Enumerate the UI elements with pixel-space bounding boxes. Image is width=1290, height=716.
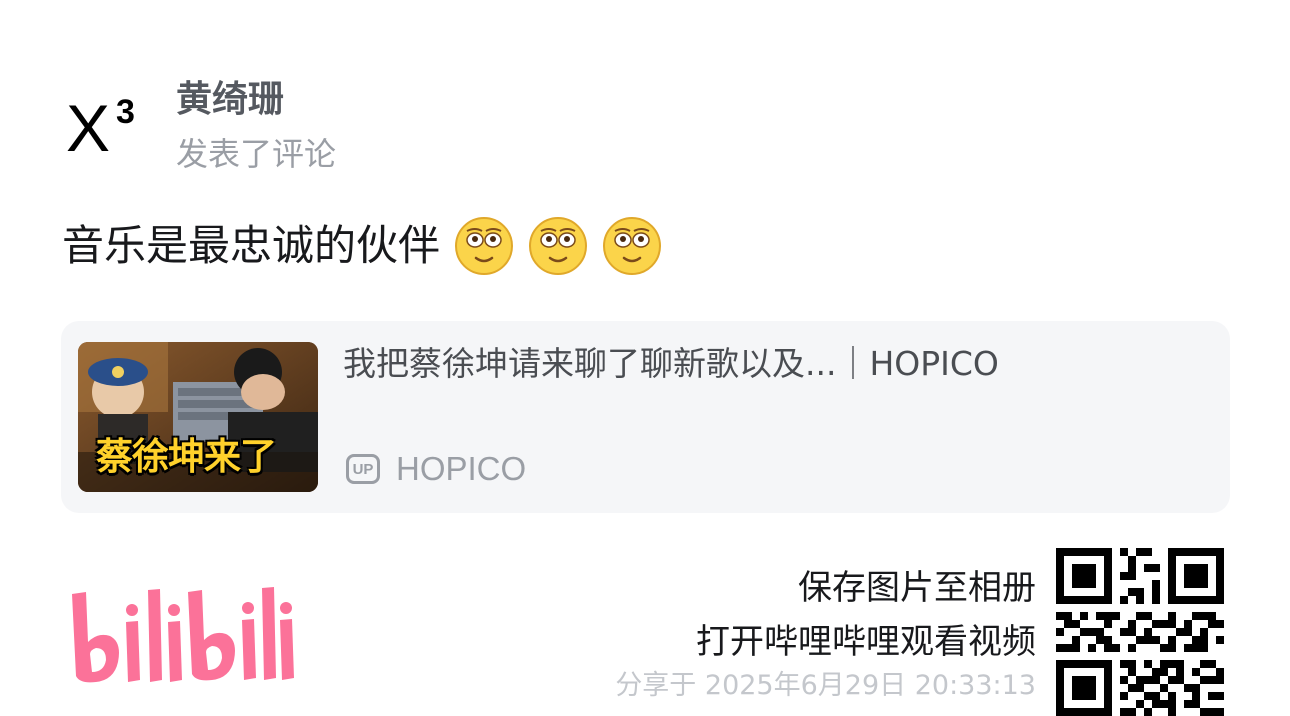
thumbnail-caption: 蔡徐坤来了 xyxy=(96,435,277,478)
open-app-hint: 打开哔哩哔哩观看视频 xyxy=(696,622,1036,662)
bilibili-logo xyxy=(66,584,296,694)
save-image-hint: 保存图片至相册 xyxy=(798,568,1036,608)
up-badge-icon: UP xyxy=(346,454,380,484)
author-name: HOPICO xyxy=(396,450,527,487)
video-title[interactable]: 我把蔡徐坤请来聊了聊新歌以及...｜HOPICO xyxy=(343,341,999,387)
video-thumbnail[interactable]: 蔡徐坤来了 xyxy=(78,342,318,492)
username[interactable]: 黄绮珊 xyxy=(176,78,284,122)
comment-body: 音乐是最忠诚的伙伴 xyxy=(62,215,662,277)
video-author[interactable]: UP HOPICO xyxy=(346,449,526,489)
avatar[interactable]: X 3 xyxy=(66,88,156,168)
face-icon xyxy=(528,216,588,276)
face-icon xyxy=(602,216,662,276)
qr-code-icon[interactable] xyxy=(1056,548,1224,716)
comment-text: 音乐是最忠诚的伙伴 xyxy=(62,221,441,270)
share-timestamp: 分享于 2025年6月29日 20:33:13 xyxy=(615,670,1036,701)
comment-action-label: 发表了评论 xyxy=(176,135,337,173)
avatar-superscript: 3 xyxy=(116,93,135,131)
face-icon xyxy=(454,216,514,276)
video-card[interactable]: 蔡徐坤来了 我把蔡徐坤请来聊了聊新歌以及...｜HOPICO UP HOPICO xyxy=(61,321,1230,513)
avatar-letter: X xyxy=(66,91,111,165)
